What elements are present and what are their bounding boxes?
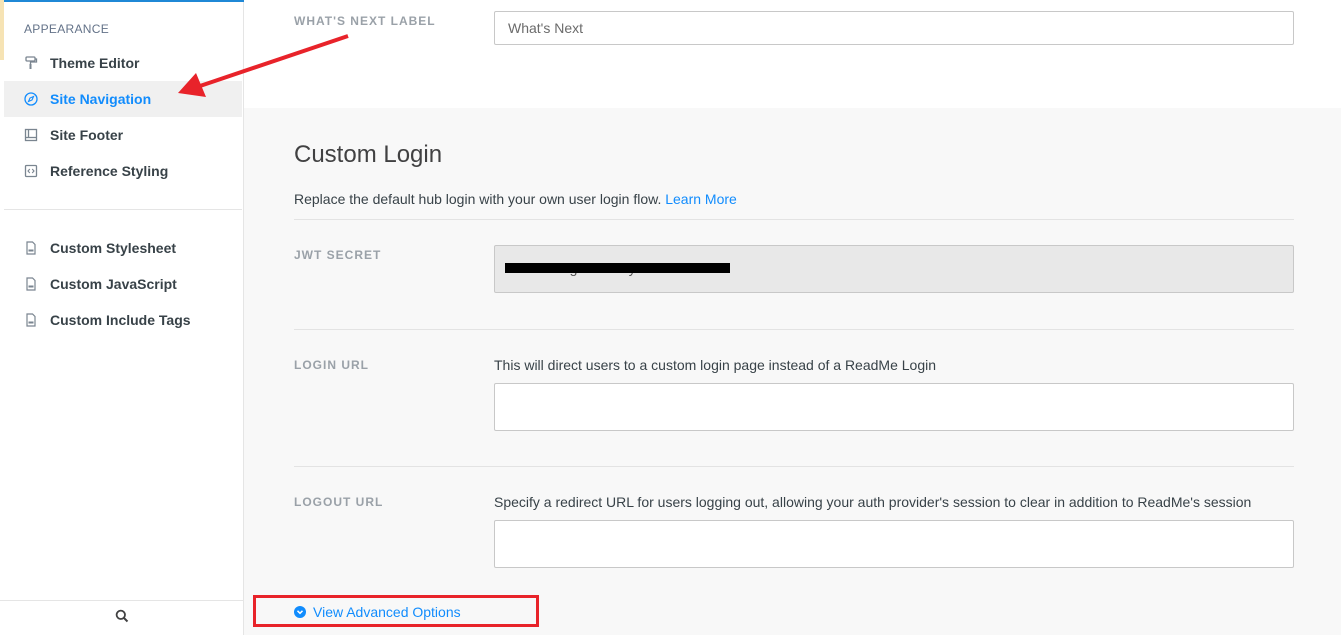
sidebar-item-label: Custom Include Tags [50, 312, 191, 328]
sidebar-top-accent [0, 0, 244, 2]
sidebar-item-custom-include-tags[interactable]: Custom Include Tags [4, 302, 242, 338]
logout-url-label: LOGOUT URL [294, 495, 384, 509]
sidebar-item-label: Site Navigation [50, 91, 152, 107]
sidebar-item-site-navigation[interactable]: Site Navigation [4, 81, 242, 117]
sidebar-item-custom-stylesheet[interactable]: Custom Stylesheet [4, 230, 242, 266]
sidebar-item-label: Custom Stylesheet [50, 240, 177, 256]
file-css-icon [24, 241, 38, 255]
sidebar-item-theme-editor[interactable]: Theme Editor [4, 45, 242, 81]
sidebar-item-label: Theme Editor [50, 55, 140, 71]
divider [294, 219, 1294, 220]
whats-next-panel: WHAT'S NEXT LABEL What's Next [244, 0, 1341, 108]
sidebar-item-label: Reference Styling [50, 163, 169, 179]
logout-url-input[interactable] [494, 520, 1294, 568]
layout-footer-icon [24, 128, 38, 142]
redaction-bar [505, 263, 730, 273]
jwt-secret-label: JWT SECRET [294, 248, 382, 262]
sidebar-item-label: Site Footer [50, 127, 124, 143]
sidebar: APPEARANCE Theme Editor Site Navigation … [0, 0, 244, 635]
learn-more-link[interactable]: Learn More [665, 191, 737, 207]
code-icon [24, 164, 38, 178]
annotation-highlight-box [253, 595, 539, 627]
divider [294, 466, 1294, 467]
sidebar-item-custom-javascript[interactable]: Custom JavaScript [4, 266, 242, 302]
divider [294, 329, 1294, 330]
login-url-label: LOGIN URL [294, 358, 369, 372]
sidebar-item-site-footer[interactable]: Site Footer [4, 117, 242, 153]
whats-next-input[interactable]: What's Next [494, 11, 1294, 45]
search-icon[interactable] [115, 609, 129, 628]
section-label-appearance: APPEARANCE [24, 22, 110, 36]
login-url-help: This will direct users to a custom login… [494, 357, 937, 373]
sidebar-divider [4, 209, 242, 210]
login-url-input[interactable] [494, 383, 1294, 431]
sidebar-item-label: Custom JavaScript [50, 276, 177, 292]
custom-login-description: Replace the default hub login with your … [294, 191, 737, 207]
sidebar-search-bar[interactable] [0, 600, 244, 635]
whats-next-label: WHAT'S NEXT LABEL [294, 14, 436, 28]
file-js-icon [24, 277, 38, 291]
logout-url-help: Specify a redirect URL for users logging… [494, 494, 1252, 510]
file-html-icon [24, 313, 38, 327]
paint-roller-icon [24, 56, 38, 70]
compass-icon [24, 92, 38, 106]
custom-login-title: Custom Login [294, 141, 443, 168]
description-text: Replace the default hub login with your … [294, 191, 662, 207]
sidebar-item-reference-styling[interactable]: Reference Styling [4, 153, 242, 189]
main-content: WHAT'S NEXT LABEL What's Next Custom Log… [244, 0, 1341, 635]
